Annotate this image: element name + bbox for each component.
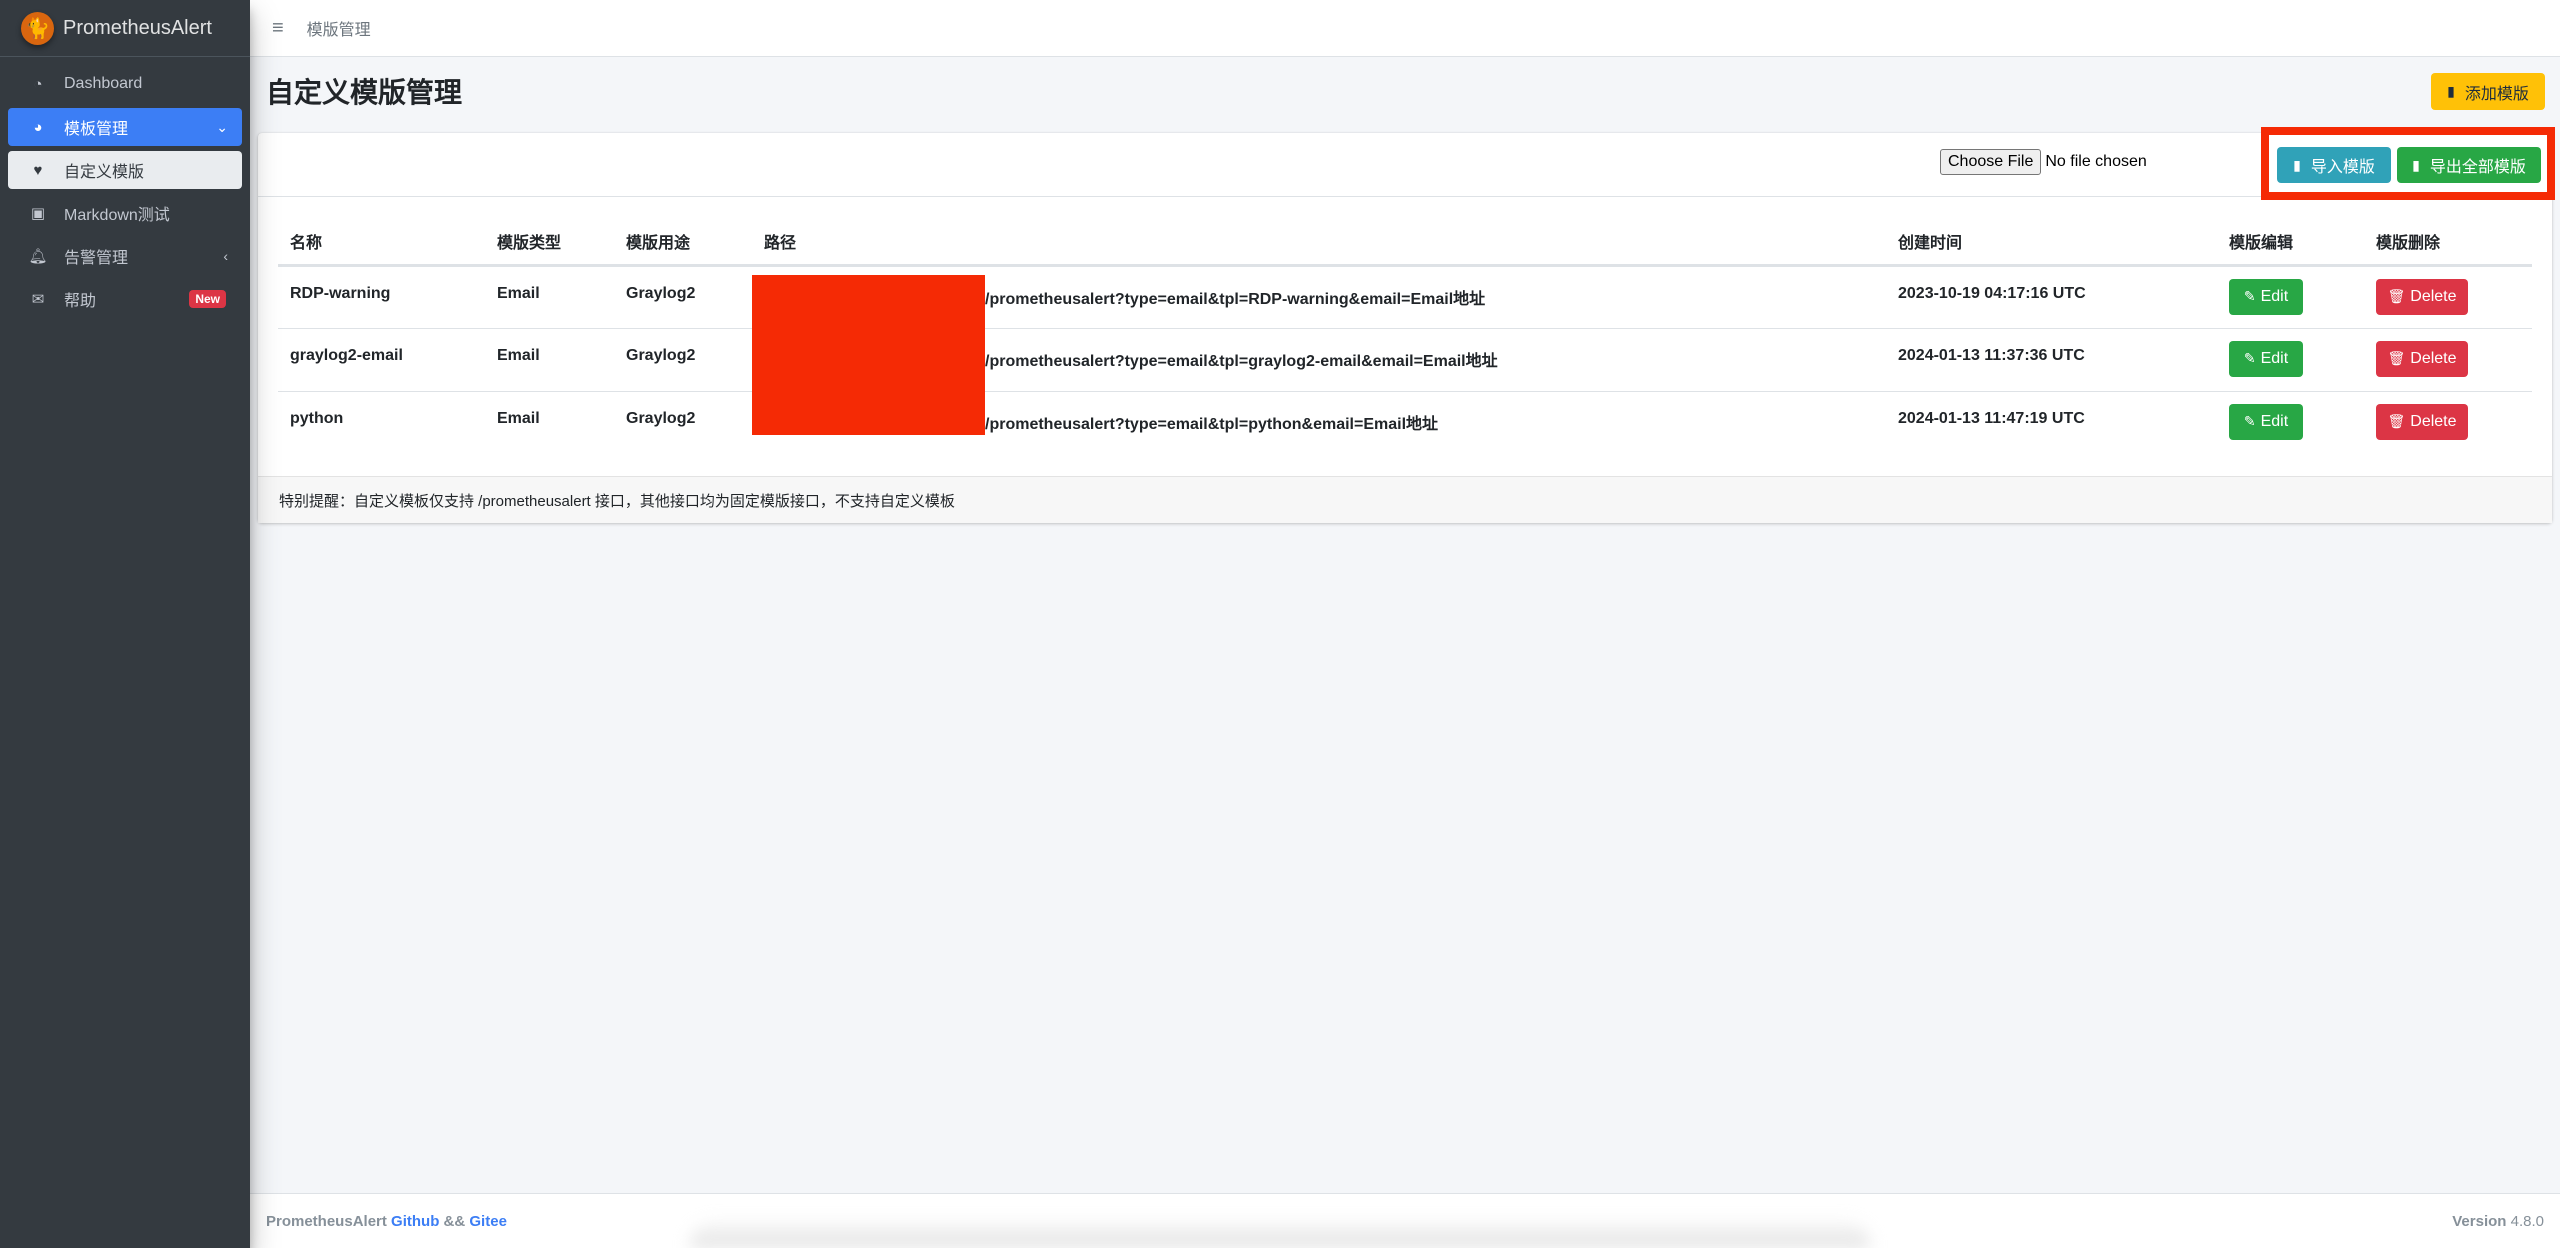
template-name: RDP-warning bbox=[278, 265, 485, 329]
bell-icon: 🔔︎ bbox=[28, 248, 48, 265]
edit-button[interactable]: ✎ Edit bbox=[2229, 278, 2303, 315]
sidebar-item-label: 告警管理 bbox=[64, 250, 129, 267]
trash-icon: 🗑︎ bbox=[2387, 413, 2406, 429]
sidebar-item-custom-template[interactable]: ♥ 自定义模版 bbox=[8, 151, 242, 189]
sidebar-item-markdown-test[interactable]: ▣ Markdown测试 bbox=[8, 194, 242, 232]
chevron-left-icon: ‹ bbox=[223, 248, 228, 264]
column-header-created: 创建时间 bbox=[1886, 219, 2217, 267]
redaction-block bbox=[752, 275, 985, 435]
template-created: 2024-01-13 11:37:36 UTC bbox=[1886, 328, 2217, 392]
delete-label: Delete bbox=[2410, 287, 2457, 305]
delete-label: Delete bbox=[2410, 349, 2457, 367]
template-purpose: Graylog2 bbox=[614, 328, 752, 392]
edit-cell: ✎ Edit bbox=[2217, 328, 2364, 392]
template-created: 2024-01-13 11:47:19 UTC bbox=[1898, 409, 2085, 427]
sidebar-item-label: Dashboard bbox=[64, 75, 143, 92]
version-number: 4.8.0 bbox=[2510, 1212, 2544, 1230]
sidebar-item-template-management[interactable]: ◕ 模板管理 ⌄ bbox=[8, 108, 242, 146]
trash-icon: 🗑︎ bbox=[2387, 288, 2406, 304]
menu-toggle-icon[interactable]: ≡ bbox=[272, 17, 284, 40]
edit-cell: ✎ Edit bbox=[2217, 391, 2364, 454]
choose-file-button[interactable]: Choose File bbox=[1940, 149, 2042, 175]
template-type: Email bbox=[497, 409, 540, 427]
sidebar-item-label: 模板管理 bbox=[64, 121, 129, 138]
edit-label: Edit bbox=[2260, 349, 2289, 367]
envelope-icon: ✉ bbox=[31, 291, 45, 308]
templates-card: Choose File No file chosen ▮ 导入模版 ▮ 导出全部… bbox=[258, 133, 2552, 523]
new-badge: New bbox=[189, 290, 226, 308]
column-header-name: 名称 bbox=[278, 219, 485, 267]
dashboard-gauge-icon: ◔ bbox=[33, 75, 43, 93]
sidebar-item-dashboard[interactable]: ◔ Dashboard bbox=[8, 65, 242, 103]
sidebar-item-label: Markdown测试 bbox=[64, 207, 170, 224]
sidebar: 🐈 PrometheusAlert ◔ Dashboard ◕ 模板管理 ⌄ ♥… bbox=[0, 0, 250, 1248]
template-name: python bbox=[290, 409, 344, 427]
delete-label: Delete bbox=[2410, 412, 2457, 430]
trash-icon: 🗑︎ bbox=[2387, 350, 2406, 366]
table-row: RDP-warning Email Graylog2 /prometheusal… bbox=[278, 265, 2532, 329]
template-type: Email bbox=[485, 265, 614, 329]
dock-shadow bbox=[690, 1218, 1870, 1248]
file-status: No file chosen bbox=[2045, 153, 2147, 170]
gitee-link[interactable]: Gitee bbox=[469, 1213, 507, 1230]
card-header: Choose File No file chosen ▮ 导入模版 ▮ 导出全部… bbox=[258, 133, 2552, 197]
prometheus-logo-icon: 🐈 bbox=[21, 11, 54, 45]
special-notice: 特别提醒：自定义模板仅支持 /prometheusalert 接口，其他接口均为… bbox=[279, 492, 955, 510]
templates-table: 名称 模版类型 模版用途 路径 创建时间 模版编辑 模版删除 RDP-warni… bbox=[278, 219, 2532, 454]
edit-icon: ✎ bbox=[2243, 350, 2256, 366]
column-header-edit: 模版编辑 bbox=[2217, 219, 2364, 267]
top-navbar: ≡ 模版管理 bbox=[250, 0, 2560, 57]
highlight-box bbox=[2261, 127, 2555, 200]
page-title: 自定义模版管理 bbox=[266, 77, 463, 108]
footer-version: Version 4.8.0 bbox=[2452, 1213, 2544, 1230]
edit-button[interactable]: ✎ Edit bbox=[2229, 340, 2303, 377]
edit-button[interactable]: ✎ Edit bbox=[2229, 403, 2303, 440]
footer-brand: PrometheusAlert bbox=[266, 1212, 387, 1230]
add-template-label: 添加模版 bbox=[2464, 85, 2529, 103]
brand-name: PrometheusAlert bbox=[63, 16, 212, 39]
topnav-link-template-management[interactable]: 模版管理 bbox=[307, 16, 371, 40]
template-name: graylog2-email bbox=[278, 328, 485, 392]
footer-separator: && bbox=[443, 1212, 466, 1230]
template-purpose: Graylog2 bbox=[614, 265, 752, 329]
brand-link[interactable]: 🐈 PrometheusAlert bbox=[0, 0, 250, 57]
column-header-type: 模版类型 bbox=[485, 219, 614, 267]
sidebar-item-label: 帮助 bbox=[64, 293, 97, 310]
sidebar-item-label: 自定义模版 bbox=[64, 164, 145, 181]
delete-button[interactable]: 🗑︎ Delete bbox=[2376, 278, 2468, 315]
edit-icon: ✎ bbox=[2243, 413, 2256, 429]
pie-chart-icon: ◕ bbox=[33, 118, 43, 136]
column-header-delete: 模版删除 bbox=[2364, 219, 2532, 267]
sidebar-item-alert-management[interactable]: 🔔︎ 告警管理 ‹ bbox=[8, 237, 242, 275]
table-row: graylog2-email Email Graylog2 /prometheu… bbox=[278, 328, 2532, 392]
heart-icon: ♥ bbox=[33, 161, 43, 179]
delete-button[interactable]: 🗑︎ Delete bbox=[2376, 340, 2468, 377]
template-created: 2023-10-19 04:17:16 UTC bbox=[1886, 265, 2217, 329]
template-file-input[interactable]: Choose File No file chosen bbox=[1940, 149, 2147, 175]
footer-credits: PrometheusAlert Github && Gitee bbox=[266, 1213, 507, 1230]
github-link[interactable]: Github bbox=[391, 1213, 439, 1230]
add-template-button[interactable]: ▮ 添加模版 bbox=[2431, 73, 2545, 110]
template-purpose: Graylog2 bbox=[626, 409, 696, 427]
column-header-purpose: 模版用途 bbox=[614, 219, 752, 267]
delete-cell: 🗑︎ Delete bbox=[2364, 328, 2532, 392]
edit-label: Edit bbox=[2260, 412, 2289, 430]
template-type: Email bbox=[485, 328, 614, 392]
version-label: Version bbox=[2452, 1212, 2507, 1230]
table-row: python Email Graylog2 /prometheusalert?t… bbox=[278, 391, 2532, 454]
edit-icon: ✎ bbox=[2243, 288, 2256, 304]
image-icon: ▣ bbox=[30, 205, 46, 222]
delete-button[interactable]: 🗑︎ Delete bbox=[2376, 403, 2468, 440]
card-footer-note: 特别提醒：自定义模板仅支持 /prometheusalert 接口，其他接口均为… bbox=[258, 476, 2552, 523]
delete-cell: 🗑︎ Delete bbox=[2364, 391, 2532, 454]
table-header-row: 名称 模版类型 模版用途 路径 创建时间 模版编辑 模版删除 bbox=[278, 219, 2532, 267]
edit-cell: ✎ Edit bbox=[2217, 265, 2364, 329]
delete-cell: 🗑︎ Delete bbox=[2364, 265, 2532, 329]
chevron-down-icon: ⌄ bbox=[216, 118, 228, 135]
column-header-path: 路径 bbox=[752, 219, 1886, 267]
sidebar-nav: ◔ Dashboard ◕ 模板管理 ⌄ ♥ 自定义模版 ▣ Markdown测… bbox=[0, 57, 250, 318]
edit-label: Edit bbox=[2260, 287, 2289, 305]
sidebar-item-help[interactable]: ✉ 帮助 New bbox=[8, 280, 242, 318]
file-icon: ▮ bbox=[2447, 83, 2455, 99]
